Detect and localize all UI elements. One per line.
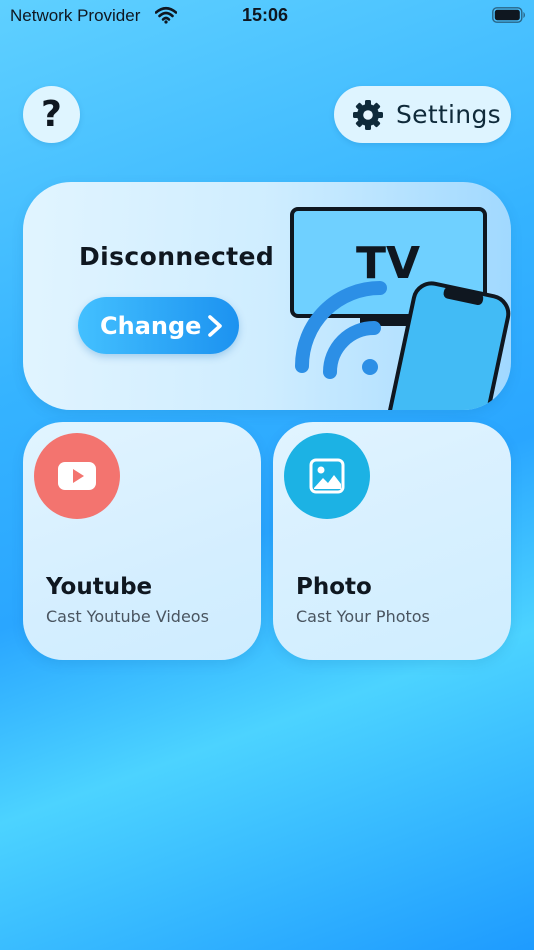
settings-button[interactable]: Settings: [334, 86, 511, 143]
carrier-name: Network Provider: [10, 6, 141, 25]
photo-card[interactable]: Photo Cast Your Photos: [273, 422, 511, 660]
tv-phone-cast-illustration: TV: [288, 204, 511, 410]
settings-label: Settings: [396, 100, 501, 129]
tv-label: TV: [356, 238, 420, 289]
help-button[interactable]: ?: [23, 86, 80, 143]
change-device-button[interactable]: Change: [78, 297, 239, 354]
chevron-right-icon: [205, 314, 225, 338]
wifi-icon: [154, 6, 178, 24]
connection-status: Disconnected: [79, 242, 275, 271]
photo-subtitle: Cast Your Photos: [296, 607, 430, 626]
youtube-subtitle: Cast Youtube Videos: [46, 607, 209, 626]
youtube-title: Youtube: [46, 574, 153, 600]
photo-title: Photo: [296, 574, 372, 600]
battery-icon: [492, 7, 526, 23]
gear-icon: [352, 99, 384, 131]
youtube-icon: [34, 433, 120, 519]
photo-icon: [284, 433, 370, 519]
youtube-card[interactable]: Youtube Cast Youtube Videos: [23, 422, 261, 660]
connection-card: Disconnected Change TV: [23, 182, 511, 410]
help-icon: ?: [41, 94, 62, 135]
status-bar: Network Provider 15:06: [0, 0, 534, 30]
change-label: Change: [100, 311, 202, 340]
clock-time: 15:06: [242, 5, 289, 25]
